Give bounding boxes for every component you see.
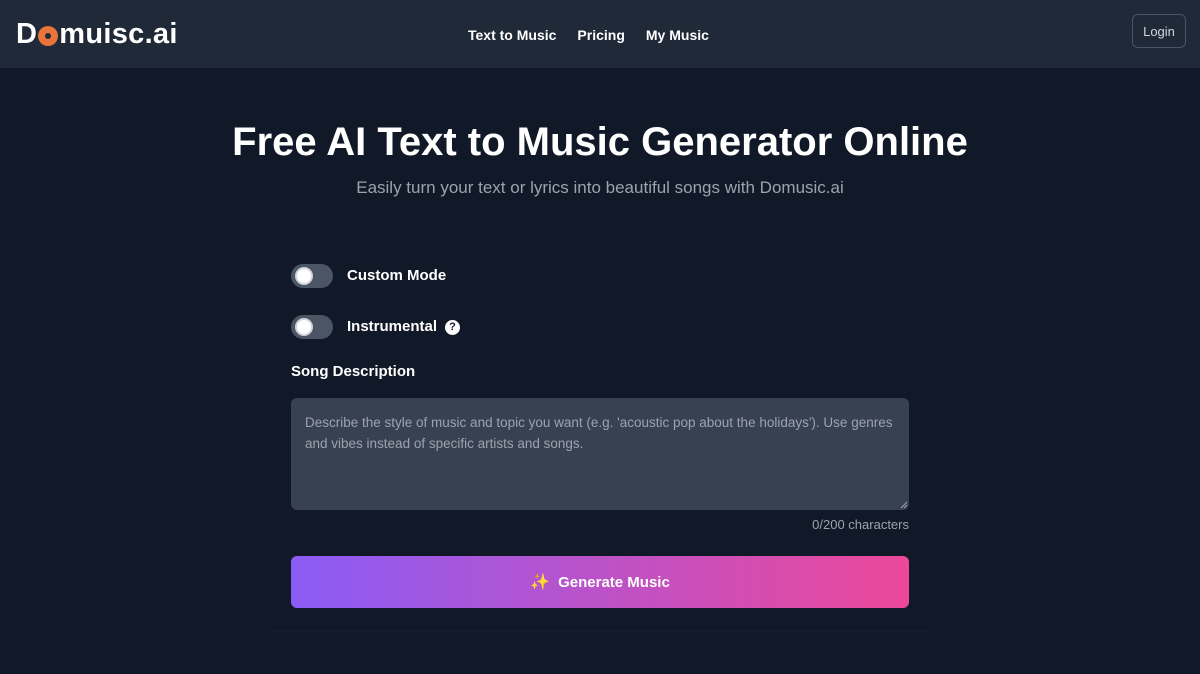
character-counter: 0/200 characters (812, 517, 909, 532)
instrumental-label: Instrumental (347, 318, 438, 335)
nav-my-music[interactable]: My Music (646, 25, 709, 45)
custom-mode-toggle[interactable] (291, 264, 333, 288)
divider (270, 630, 930, 632)
top-header: D muisc.ai Text to Music Pricing My Musi… (0, 0, 1200, 68)
page-subtitle: Easily turn your text or lyrics into bea… (356, 178, 844, 197)
sparkles-icon: ✨ (530, 574, 551, 591)
vinyl-disc-icon (38, 26, 59, 46)
nav-pricing[interactable]: Pricing (577, 25, 624, 45)
instrumental-toggle[interactable] (291, 315, 333, 339)
nav-text-to-music[interactable]: Text to Music (468, 25, 556, 45)
generate-music-button[interactable]: ✨ Generate Music (291, 556, 909, 608)
custom-mode-label: Custom Mode (347, 267, 447, 284)
song-description-input[interactable] (291, 398, 909, 510)
logo-text-prefix: D (16, 18, 38, 50)
site-logo[interactable]: D muisc.ai (16, 14, 178, 54)
page-title: Free AI Text to Music Generator Online (232, 120, 968, 164)
toggle-knob (295, 318, 313, 336)
main-nav: Text to Music Pricing My Music (468, 25, 709, 45)
question-circle-icon[interactable]: ? (445, 319, 461, 335)
instrumental-row: Instrumental ? (291, 315, 461, 339)
login-button[interactable]: Login (1132, 14, 1186, 48)
toggle-knob (295, 267, 313, 285)
song-description-label: Song Description (291, 363, 416, 380)
custom-mode-row: Custom Mode (291, 264, 446, 288)
generate-button-label: Generate Music (558, 573, 670, 591)
logo-text-suffix: muisc.ai (59, 18, 178, 50)
resize-handle-icon[interactable] (900, 501, 908, 509)
